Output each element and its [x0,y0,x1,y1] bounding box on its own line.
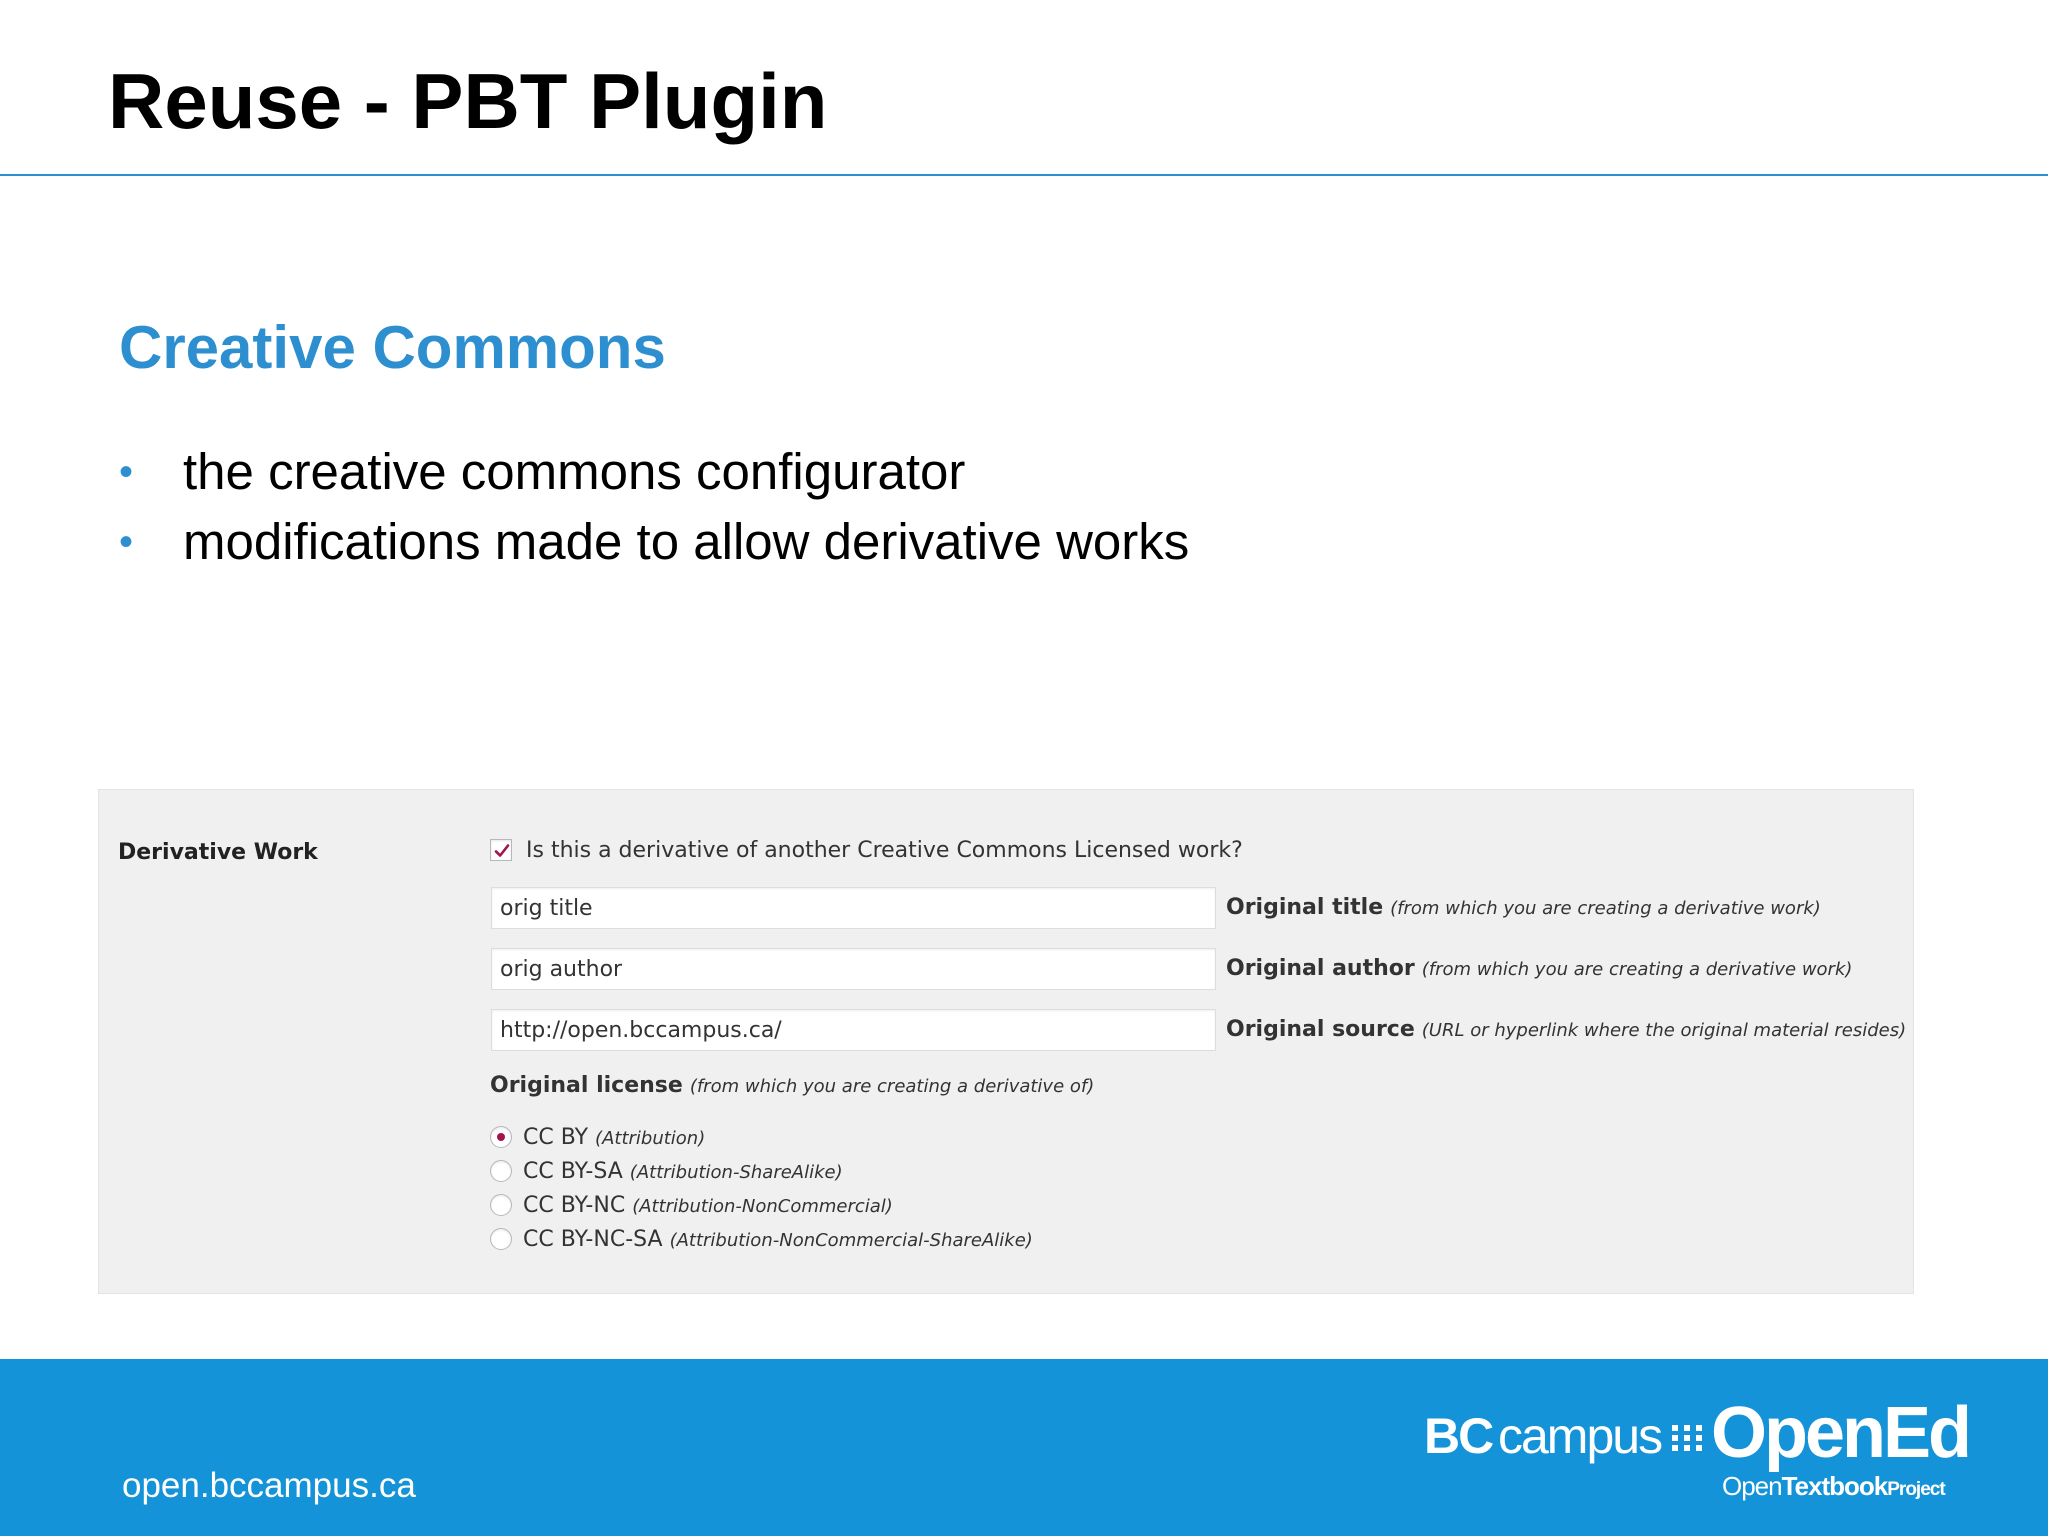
license-code: CC BY [523,1124,589,1150]
license-name: (Attribution) [595,1127,706,1149]
license-name: (Attribution-NonCommercial-ShareAlike) [669,1229,1033,1251]
logo-campus: campus [1498,1408,1663,1464]
original-source-hint: (URL or hyperlink where the original mat… [1421,1020,1907,1041]
derivative-checkbox[interactable] [490,839,512,861]
license-name: (Attribution-NonCommercial) [632,1195,893,1217]
radio-label: CC BY-NC (Attribution-NonCommercial) [523,1193,893,1218]
slide-title: Reuse - PBT Plugin [108,57,828,145]
radio-label: CC BY (Attribution) [523,1125,705,1150]
radio-label: CC BY-SA (Attribution-ShareAlike) [523,1159,843,1184]
original-title-hint: (from which you are creating a derivativ… [1390,898,1821,919]
bullet-list: • the creative commons configurator • mo… [119,440,1189,580]
title-divider [0,174,2048,176]
grid-dots-icon [1672,1425,1702,1451]
original-source-input[interactable] [491,1009,1216,1051]
radio-label: CC BY-NC-SA (Attribution-NonCommercial-S… [523,1227,1033,1252]
radio-cc-by-nc-sa[interactable] [490,1228,512,1250]
radio-cc-by[interactable] [490,1126,512,1148]
license-code: CC BY-NC-SA [523,1226,663,1252]
bullet-text: modifications made to allow derivative w… [183,513,1190,570]
original-author-hint: (from which you are creating a derivativ… [1421,959,1853,980]
original-title-input[interactable] [491,887,1216,929]
logo-bc: BC [1424,1408,1494,1464]
logo-subtitle: OpenTextbookProject [1722,1471,1946,1502]
original-source-label: Original source [1226,1017,1415,1042]
checkmark-icon [494,844,510,857]
derivative-work-screenshot: Derivative Work Is this a derivative of … [98,789,1914,1294]
derivative-checkbox-row[interactable]: Is this a derivative of another Creative… [490,835,1243,865]
original-author-description: Original author (from which you are crea… [1226,948,1852,990]
original-author-input[interactable] [491,948,1216,990]
original-source-description: Original source (URL or hyperlink where … [1226,1009,1906,1051]
original-license-heading: Original license (from which you are cre… [490,1073,1094,1098]
section-heading: Creative Commons [119,314,666,381]
bullet-text: the creative commons configurator [183,443,966,500]
logo-sub-open: Open [1722,1471,1783,1501]
original-license-label: Original license [490,1073,683,1098]
license-option-cc-by-sa[interactable]: CC BY-SA (Attribution-ShareAlike) [490,1154,843,1188]
logo-opened: OpenEd [1711,1393,1972,1473]
license-name: (Attribution-ShareAlike) [629,1161,843,1183]
logo-sub-textbook: Textbook [1781,1471,1889,1501]
license-option-cc-by-nc-sa[interactable]: CC BY-NC-SA (Attribution-NonCommercial-S… [490,1222,1033,1256]
derivative-work-label: Derivative Work [118,840,318,865]
original-title-label: Original title [1226,895,1384,920]
radio-cc-by-sa[interactable] [490,1160,512,1182]
bullet-dot-icon: • [119,450,134,494]
bullet-item: • modifications made to allow derivative… [119,510,1189,580]
license-code: CC BY-SA [523,1158,623,1184]
original-license-hint: (from which you are creating a derivativ… [689,1076,1095,1097]
derivative-checkbox-label: Is this a derivative of another Creative… [526,837,1243,863]
license-option-cc-by[interactable]: CC BY (Attribution) [490,1120,705,1154]
license-option-cc-by-nc[interactable]: CC BY-NC (Attribution-NonCommercial) [490,1188,893,1222]
license-code: CC BY-NC [523,1192,626,1218]
original-author-label: Original author [1226,956,1415,981]
footer-bar: open.bccampus.ca BC campus OpenEd OpenTe… [0,1359,2048,1536]
radio-cc-by-nc[interactable] [490,1194,512,1216]
logo-sub-project: Project [1887,1479,1945,1500]
bullet-dot-icon: • [119,520,134,564]
bullet-item: • the creative commons configurator [119,440,1189,510]
bccampus-opened-logo: BC campus OpenEd OpenTextbookProject [1424,1397,1984,1513]
footer-url[interactable]: open.bccampus.ca [122,1466,416,1506]
original-title-description: Original title (from which you are creat… [1226,887,1821,929]
